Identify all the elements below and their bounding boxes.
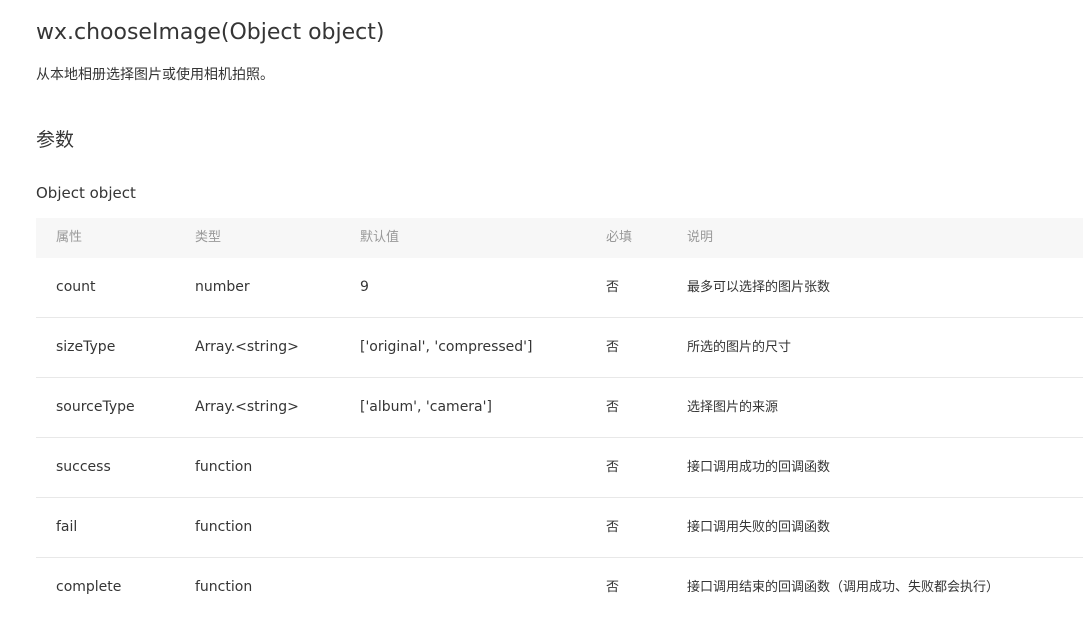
cell-desc: 最多可以选择的图片张数	[687, 280, 831, 295]
cell-default: 9	[360, 279, 369, 295]
cell-attr: complete	[56, 579, 122, 595]
header-attr: 属性	[56, 230, 83, 245]
cell-required: 否	[606, 340, 620, 355]
table-header: 属性 类型 默认值 必填 说明	[36, 218, 1083, 258]
object-label: Object object	[36, 184, 136, 202]
header-required: 必填	[606, 230, 633, 245]
table-row: count number 9 否 最多可以选择的图片张数	[36, 258, 1083, 318]
cell-required: 否	[606, 400, 620, 415]
cell-desc: 接口调用失败的回调函数	[687, 520, 831, 535]
cell-type: function	[195, 579, 253, 595]
cell-attr: sizeType	[56, 339, 116, 355]
table-row: sourceType Array.<string> ['album', 'cam…	[36, 378, 1083, 438]
params-heading: 参数	[36, 129, 75, 151]
cell-default: ['album', 'camera']	[360, 399, 492, 415]
cell-required: 否	[606, 580, 620, 595]
cell-attr: count	[56, 279, 96, 295]
cell-type: function	[195, 459, 253, 475]
cell-desc: 选择图片的来源	[687, 400, 779, 415]
table-row: complete function 否 接口调用结束的回调函数（调用成功、失败都…	[36, 558, 1083, 618]
api-title: wx.chooseImage(Object object)	[36, 20, 385, 45]
table-row: success function 否 接口调用成功的回调函数	[36, 438, 1083, 498]
cell-desc: 接口调用结束的回调函数（调用成功、失败都会执行）	[687, 580, 1000, 595]
cell-attr: fail	[56, 519, 78, 535]
cell-attr: success	[56, 459, 111, 475]
header-type: 类型	[195, 230, 222, 245]
api-description: 从本地相册选择图片或使用相机拍照。	[36, 67, 274, 83]
cell-required: 否	[606, 280, 620, 295]
cell-desc: 接口调用成功的回调函数	[687, 460, 831, 475]
table-row: sizeType Array.<string> ['original', 'co…	[36, 318, 1083, 378]
cell-required: 否	[606, 520, 620, 535]
cell-type: Array.<string>	[195, 339, 299, 355]
params-table: 属性 类型 默认值 必填 说明 count number 9 否 最多可以选择的…	[36, 218, 1083, 618]
cell-default: ['original', 'compressed']	[360, 339, 533, 355]
cell-type: Array.<string>	[195, 399, 299, 415]
cell-type: number	[195, 279, 250, 295]
header-desc: 说明	[687, 230, 714, 245]
cell-type: function	[195, 519, 253, 535]
cell-desc: 所选的图片的尺寸	[687, 340, 792, 355]
cell-attr: sourceType	[56, 399, 135, 415]
header-default: 默认值	[360, 230, 400, 245]
cell-required: 否	[606, 460, 620, 475]
table-row: fail function 否 接口调用失败的回调函数	[36, 498, 1083, 558]
